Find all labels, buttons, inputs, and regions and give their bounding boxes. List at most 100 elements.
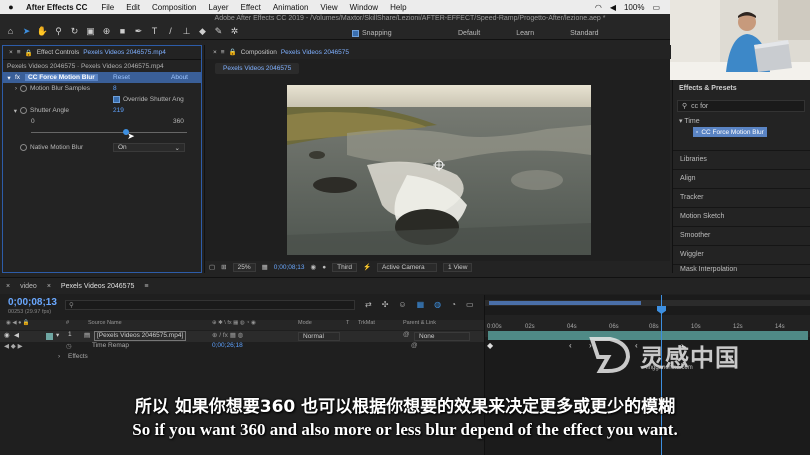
timecode-readout[interactable]: 0;00;08;13	[274, 264, 305, 271]
shy-icon[interactable]: ☺	[398, 300, 406, 309]
resolution-dropdown[interactable]: Third	[332, 262, 357, 272]
section-tracker[interactable]: Tracker	[673, 188, 810, 206]
frame-blending-icon[interactable]: ▦	[417, 300, 425, 309]
effect-result-item[interactable]: ▫ CC Force Motion Blur	[693, 127, 767, 137]
panel-menu-icon[interactable]: ≡	[221, 49, 225, 56]
expand-triangle-icon[interactable]: ▾	[3, 74, 15, 82]
zoom-tool-icon[interactable]: ⚲	[54, 27, 63, 36]
motion-blur-samples-value[interactable]: 8	[113, 85, 117, 92]
snapping-checkbox[interactable]	[352, 30, 359, 37]
section-smoother[interactable]: Smoother	[673, 226, 810, 244]
pickwhip-icon[interactable]: @	[411, 342, 418, 349]
view-layout-dropdown[interactable]: 1 View	[443, 262, 473, 272]
visibility-icon[interactable]: ◉	[4, 331, 10, 339]
effect-name[interactable]: CC Force Motion Blur	[25, 74, 98, 81]
type-tool-icon[interactable]: T	[150, 27, 159, 36]
panel-menu-icon[interactable]: ≡	[144, 283, 148, 290]
toggle-transparency-icon[interactable]: ▦	[262, 263, 268, 271]
pickwhip-icon[interactable]: @	[403, 331, 410, 338]
workspace-learn[interactable]: Learn	[516, 30, 534, 37]
region-of-interest-icon[interactable]: ▢	[209, 263, 215, 271]
close-icon[interactable]: ×	[47, 283, 51, 290]
audio-icon[interactable]: ◀	[14, 331, 19, 339]
expand-triangle-icon[interactable]: ▾	[3, 107, 17, 115]
stopwatch-icon[interactable]	[20, 107, 27, 114]
parent-dropdown[interactable]: None	[414, 332, 470, 341]
section-motion-sketch[interactable]: Motion Sketch	[673, 207, 810, 225]
time-remap-value[interactable]: 0;00;26;18	[212, 342, 243, 349]
stopwatch-icon[interactable]: ◷	[66, 342, 72, 350]
effect-header-row[interactable]: ▾ fx CC Force Motion Blur Reset About	[3, 72, 201, 83]
menu-file[interactable]: File	[95, 3, 120, 12]
mode-header[interactable]: Mode	[298, 320, 312, 326]
composition-subtab[interactable]: Pexels Videos 2046575	[215, 63, 300, 74]
timeline-tab-pexels[interactable]: Pexels Videos 2046575	[61, 283, 134, 290]
section-mask-interpolation[interactable]: Mask Interpolation	[673, 264, 810, 273]
expand-triangle-icon[interactable]: ›	[58, 353, 60, 360]
zoom-dropdown[interactable]: 25%	[232, 262, 256, 272]
eraser-tool-icon[interactable]: ◆	[198, 27, 207, 36]
menu-effect[interactable]: Effect	[235, 3, 267, 12]
menu-composition[interactable]: Composition	[146, 3, 202, 12]
menu-animation[interactable]: Animation	[267, 3, 315, 12]
video-frame[interactable]	[287, 85, 591, 255]
battery-icon[interactable]: ▭	[652, 3, 660, 12]
fast-previews-icon[interactable]: ⚡	[363, 263, 371, 271]
shutter-angle-slider[interactable]	[31, 132, 187, 133]
graph-editor-icon[interactable]: ◔	[451, 300, 456, 309]
expand-triangle-icon[interactable]: ▾	[56, 331, 59, 339]
lock-icon[interactable]: 🔒	[229, 48, 237, 56]
composition-tab[interactable]: × ≡ 🔒 Composition Pexels Videos 2046575	[205, 45, 671, 59]
camera-dropdown[interactable]: Active Camera	[377, 262, 438, 272]
menu-view[interactable]: View	[314, 3, 343, 12]
keyframe-icon[interactable]: ◆	[487, 341, 493, 350]
workspace-standard[interactable]: Standard	[570, 30, 598, 37]
shutter-angle-value[interactable]: 219	[113, 107, 124, 114]
guides-icon[interactable]: ⊞	[221, 263, 226, 271]
graph-toggle-icon[interactable]: ▭	[466, 300, 474, 309]
category-time[interactable]: ▾ Time	[679, 117, 700, 125]
blend-mode-dropdown[interactable]: Normal	[298, 332, 340, 341]
camera-tool-icon[interactable]: ▣	[86, 27, 95, 36]
stopwatch-icon[interactable]	[20, 144, 27, 151]
section-libraries[interactable]: Libraries	[673, 150, 810, 168]
rotate-tool-icon[interactable]: ↻	[70, 27, 79, 36]
effect-controls-tab[interactable]: × ≡ 🔒 Effect Controls Pexels Videos 2046…	[3, 46, 201, 60]
show-channel-icon[interactable]: ●	[322, 264, 326, 271]
menu-help[interactable]: Help	[384, 3, 412, 12]
selection-tool-icon[interactable]: ➤	[22, 27, 31, 36]
layer-row[interactable]: ◉ ◀ ▾ 1 ▤ [Pexels Videos 2046575.mp4] ⊕ …	[0, 331, 484, 342]
draft-3d-icon[interactable]: ✣	[382, 300, 389, 309]
home-icon[interactable]: ⌂	[6, 27, 15, 36]
pen-tool-icon[interactable]: ✒	[134, 27, 143, 36]
volume-icon[interactable]: ◀	[610, 3, 616, 12]
section-align[interactable]: Align	[673, 169, 810, 187]
expand-triangle-icon[interactable]: ›	[3, 85, 17, 92]
parent-header[interactable]: Parent & Link	[403, 320, 436, 326]
menu-window[interactable]: Window	[344, 3, 384, 12]
roto-brush-tool-icon[interactable]: ✎	[214, 27, 223, 36]
menu-edit[interactable]: Edit	[120, 3, 146, 12]
motion-blur-icon[interactable]: ◍	[434, 300, 441, 309]
source-name-header[interactable]: Source Name	[88, 320, 122, 326]
app-menu[interactable]: After Effects CC	[22, 3, 95, 12]
fx-label[interactable]: fx	[15, 74, 25, 81]
stopwatch-icon[interactable]	[20, 85, 27, 92]
brush-tool-icon[interactable]: /	[166, 27, 175, 36]
snapshot-icon[interactable]: ◉	[311, 263, 317, 271]
work-area-bar[interactable]	[485, 300, 810, 306]
close-icon[interactable]: ×	[9, 49, 13, 56]
trkmat-header[interactable]: TrkMat	[358, 320, 375, 326]
clone-stamp-tool-icon[interactable]: ⊥	[182, 27, 191, 36]
comp-flowchart-icon[interactable]: ⇄	[365, 300, 372, 309]
hand-tool-icon[interactable]: ✋	[37, 27, 48, 36]
workspace-default[interactable]: Default	[458, 30, 480, 37]
apple-icon[interactable]: ●	[0, 2, 22, 12]
timeline-search-input[interactable]: ⚲	[65, 300, 355, 310]
timeline-tab-video[interactable]: video	[20, 283, 37, 290]
effects-search-input[interactable]: ⚲ cc for	[677, 100, 805, 112]
shape-tool-icon[interactable]: ■	[118, 27, 127, 36]
lock-icon[interactable]: 🔒	[25, 49, 33, 57]
work-area-range[interactable]	[489, 301, 641, 305]
keyframe-nav-icon[interactable]: ◀ ◆ ▶	[4, 342, 23, 350]
